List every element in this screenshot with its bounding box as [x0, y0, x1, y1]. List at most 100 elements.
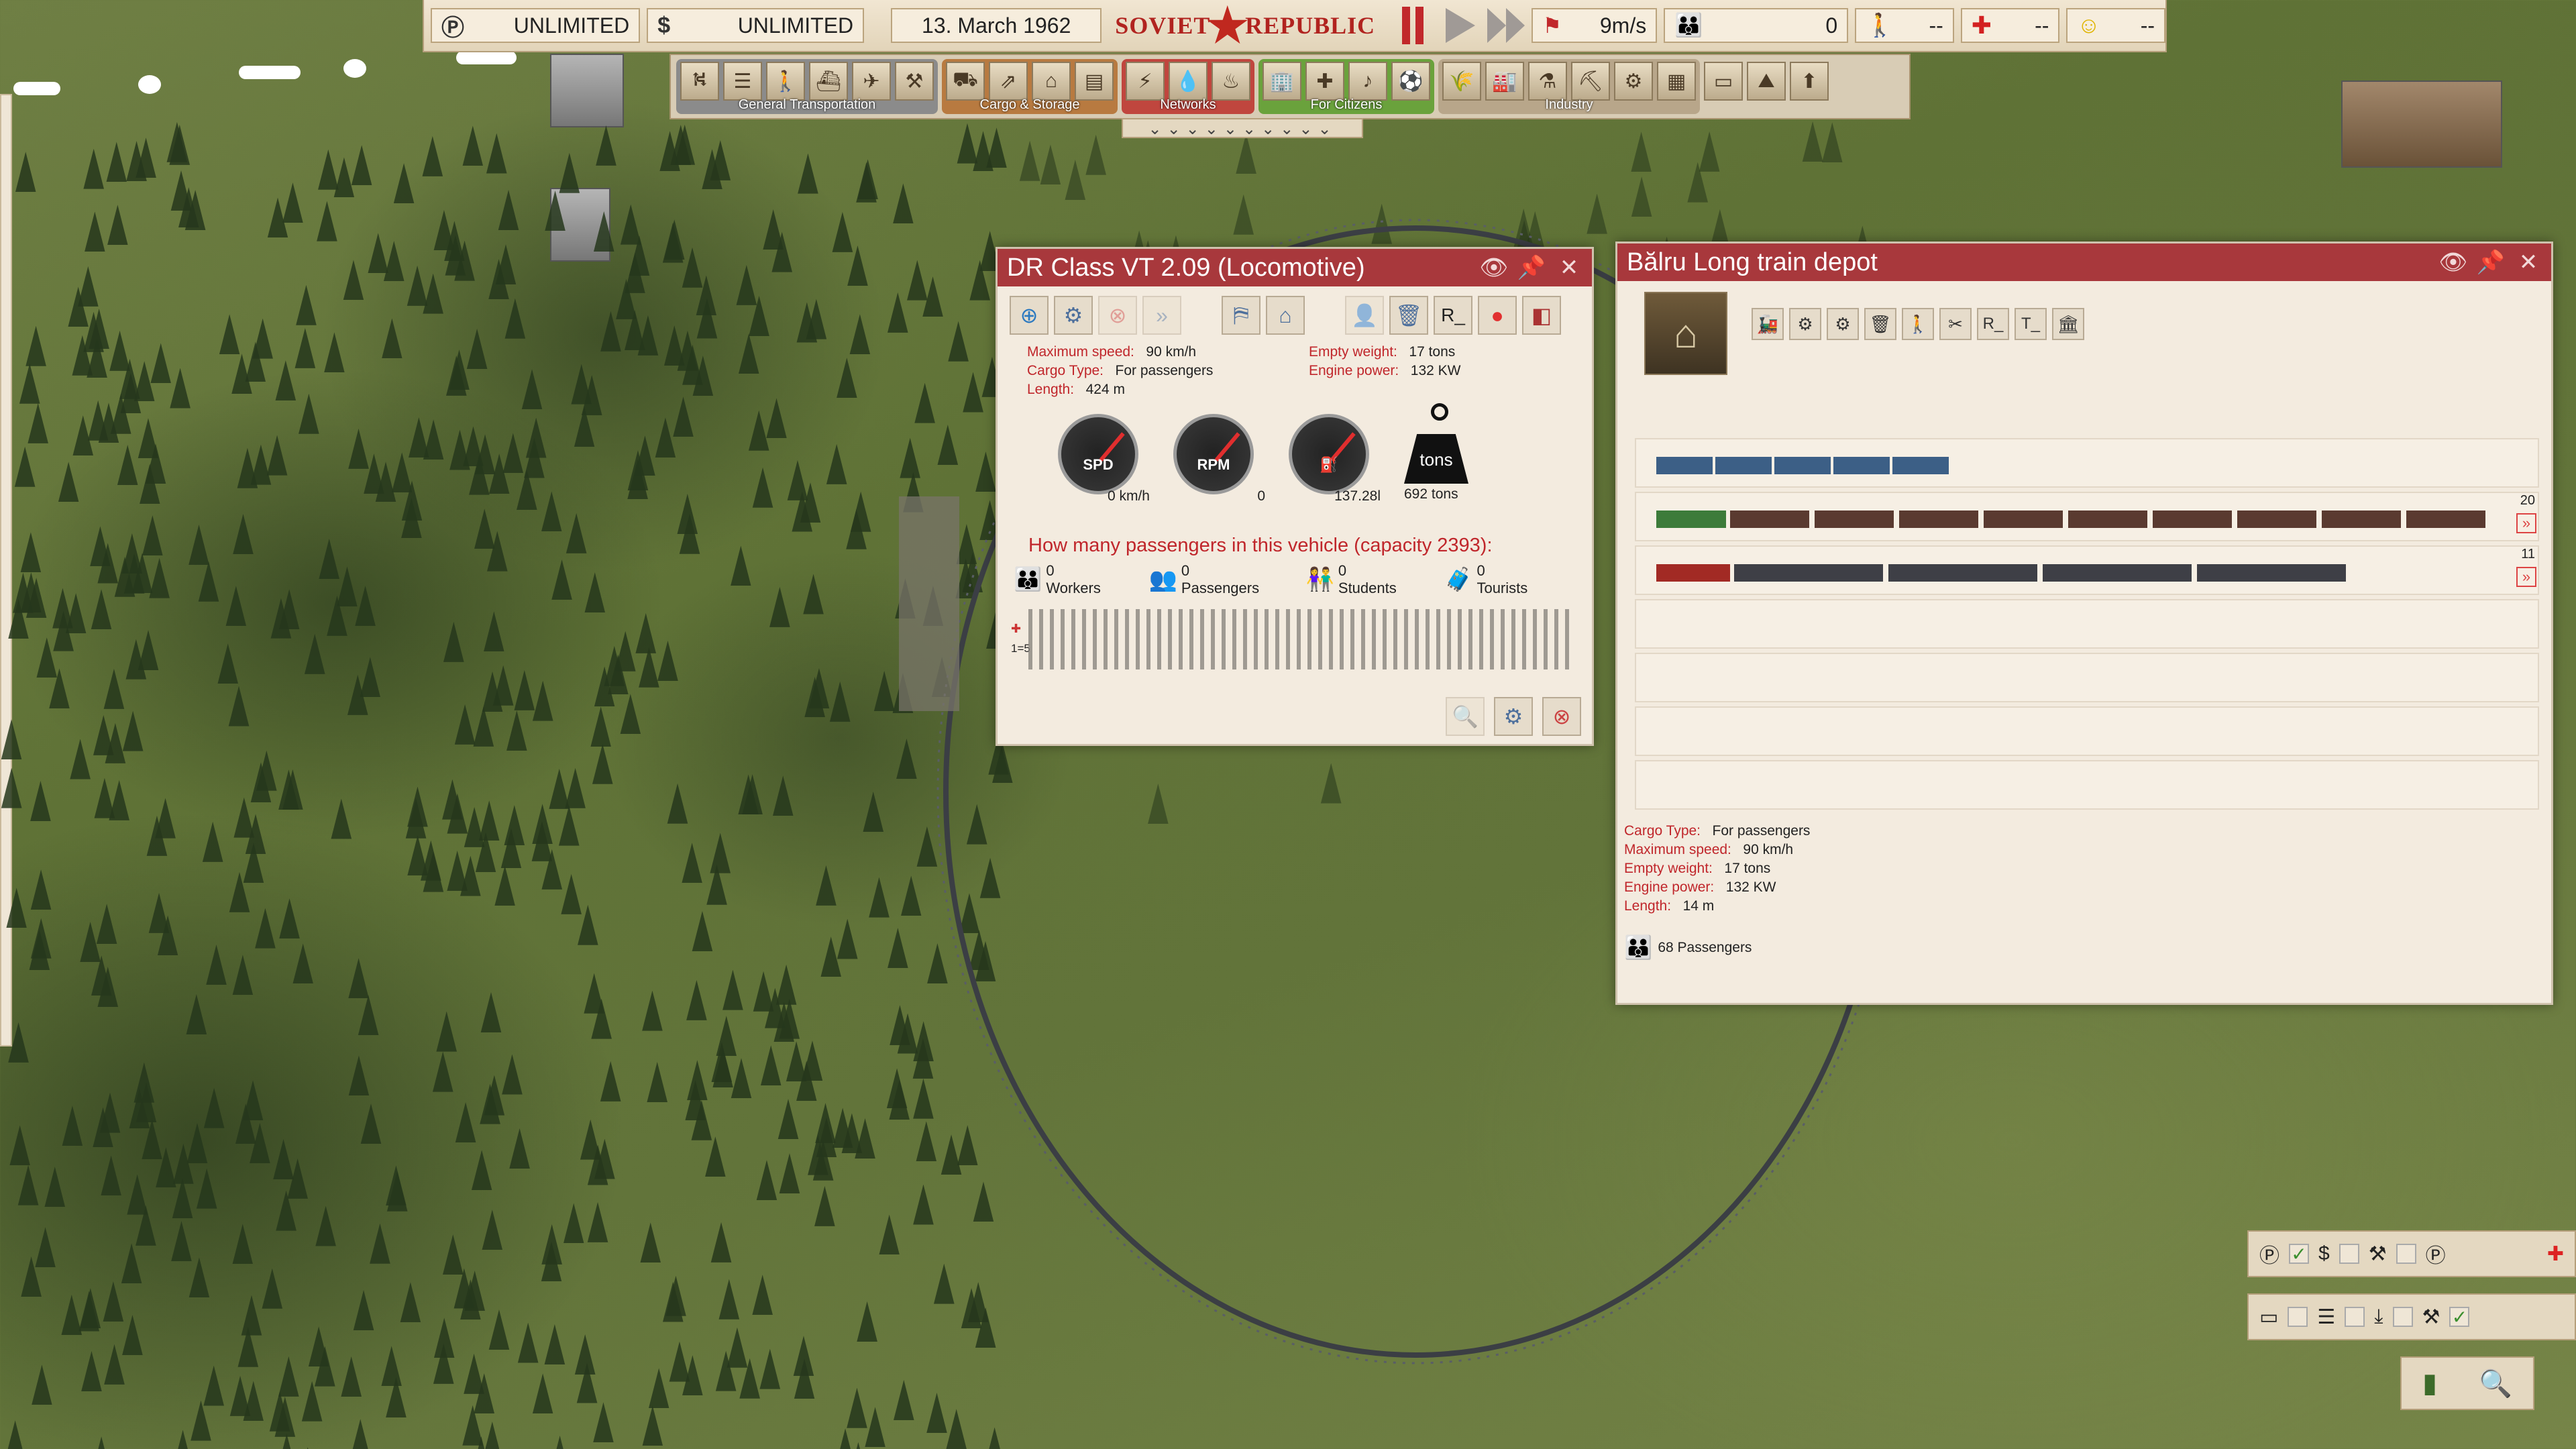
- route-button[interactable]: ⛿: [1222, 296, 1260, 335]
- fast-forward-button[interactable]: [1487, 8, 1525, 43]
- road-checkbox[interactable]: [2288, 1307, 2308, 1327]
- weight-indicator: tons 692 tons: [1404, 403, 1468, 502]
- game-logo: SOVIET ★ REPUBLIC: [1115, 0, 1375, 54]
- vehicle-row[interactable]: 11 »: [1635, 545, 2539, 595]
- color-button[interactable]: ◧: [1522, 296, 1561, 335]
- chemical-tool-button[interactable]: ⚗: [1528, 62, 1567, 101]
- empty-slot[interactable]: [1635, 653, 2539, 702]
- crane-checkbox[interactable]: [2396, 1244, 2416, 1264]
- housing-tool-button[interactable]: 🏢: [1263, 62, 1301, 101]
- culture-tool-button[interactable]: ♪: [1348, 62, 1387, 101]
- sell-vehicle-button[interactable]: ⊗: [1542, 697, 1581, 736]
- sport-tool-button[interactable]: ⚽: [1391, 62, 1430, 101]
- depot-rename-button[interactable]: R_: [1977, 308, 2009, 340]
- download-icon: ⤓: [2374, 1305, 2383, 1328]
- empty-weight-label: Empty weight:: [1309, 344, 1397, 360]
- wagons-button[interactable]: ⚙: [1054, 296, 1093, 335]
- eye-icon[interactable]: 👁: [2438, 249, 2467, 276]
- close-icon[interactable]: ✕: [2515, 249, 2542, 276]
- search-icon[interactable]: 🔍: [2479, 1368, 2512, 1399]
- heating-tool-button[interactable]: ♨: [1212, 62, 1250, 101]
- vehicle-list-button[interactable]: ⚙: [1494, 697, 1533, 736]
- depot-length-label: Length:: [1624, 898, 1672, 914]
- walkway-tool-button[interactable]: 🚶: [766, 62, 805, 101]
- road-tool-button[interactable]: ⛕: [680, 62, 719, 101]
- storage-tool-button[interactable]: ▤: [1075, 62, 1114, 101]
- rail-checkbox[interactable]: [2345, 1307, 2365, 1327]
- landscape-tool-button[interactable]: ⛰: [1747, 62, 1786, 101]
- worker-button[interactable]: 👤: [1345, 296, 1384, 335]
- buy-vehicle-button[interactable]: 🚂: [1752, 308, 1784, 340]
- play-button[interactable]: [1446, 8, 1476, 43]
- eye-icon[interactable]: 👁: [1479, 254, 1508, 281]
- vehicle-row[interactable]: [1635, 438, 2539, 488]
- record-button[interactable]: ●: [1478, 296, 1517, 335]
- depot-route-button[interactable]: ⚙: [1827, 308, 1859, 340]
- remove-button[interactable]: ⊗: [1098, 296, 1137, 335]
- loader-tool-button[interactable]: ⛟: [946, 62, 985, 101]
- pause-button[interactable]: [1402, 7, 1426, 44]
- map-icon[interactable]: ▮: [2422, 1368, 2437, 1399]
- airport-tool-button[interactable]: ✈: [852, 62, 891, 101]
- pin-icon[interactable]: 📌: [1517, 254, 1546, 281]
- vehicle-row[interactable]: 20 »: [1635, 492, 2539, 541]
- passengers-icon: 👥: [1148, 567, 1177, 592]
- depot-worker-button[interactable]: 🚶: [1902, 308, 1934, 340]
- add-icon[interactable]: ✚: [2547, 1242, 2564, 1266]
- workers-icon: 👪: [1014, 567, 1042, 592]
- expand-arrow-icon[interactable]: »: [2516, 567, 2536, 587]
- download-checkbox[interactable]: [2392, 1307, 2413, 1327]
- warehouse-tool-button[interactable]: ⌂: [1032, 62, 1071, 101]
- close-icon[interactable]: ✕: [1556, 254, 1582, 281]
- rail-tool-button[interactable]: ☰: [723, 62, 762, 101]
- delete-button[interactable]: 🗑: [1389, 296, 1428, 335]
- depot-delete-button[interactable]: 🗑: [1864, 308, 1896, 340]
- tourists-count: 0 Tourists: [1477, 562, 1528, 596]
- upgrade-tool-button[interactable]: ⬆: [1790, 62, 1829, 101]
- passenger-coach: [1734, 564, 1883, 582]
- money-checkbox[interactable]: [2339, 1244, 2359, 1264]
- add-vehicle-button[interactable]: ⊕: [1010, 296, 1049, 335]
- empty-slot[interactable]: [1635, 599, 2539, 649]
- depot-text-button[interactable]: T_: [2015, 308, 2047, 340]
- search-icon[interactable]: 🔍: [1446, 697, 1485, 736]
- empty-slot[interactable]: [1635, 760, 2539, 810]
- date-field[interactable]: 13. March 1962: [891, 8, 1102, 43]
- points-checkbox[interactable]: ✓: [2289, 1244, 2309, 1265]
- happiness-field: ☺ --: [2066, 8, 2166, 43]
- view-controls: ▮ 🔍: [2400, 1356, 2534, 1410]
- tram-car: [1774, 457, 1831, 474]
- water-tool-button[interactable]: 💧: [1169, 62, 1208, 101]
- rename-button[interactable]: R_: [1434, 296, 1472, 335]
- tools-checkbox[interactable]: ✓: [2449, 1307, 2470, 1328]
- empty-slot[interactable]: [1635, 706, 2539, 756]
- depot-station-button[interactable]: 🏛: [2052, 308, 2084, 340]
- farm-tool-button[interactable]: 🌾: [1442, 62, 1481, 101]
- group-label: For Citizens: [1310, 97, 1383, 112]
- services-tool-button[interactable]: ✚: [1305, 62, 1344, 101]
- passengers-count: 0 Passengers: [1181, 562, 1260, 596]
- crane-tool-button[interactable]: ⚒: [895, 62, 934, 101]
- depot-wagons-button[interactable]: ⚙: [1789, 308, 1821, 340]
- terrain-tool-button[interactable]: ▭: [1704, 62, 1743, 101]
- office-tool-button[interactable]: ▦: [1657, 62, 1696, 101]
- expand-arrow-icon[interactable]: »: [2516, 513, 2536, 533]
- workers-field: 🚶 --: [1855, 8, 1954, 43]
- mining-tool-button[interactable]: ⛏: [1571, 62, 1610, 101]
- fuel-value: 137.28l: [1334, 488, 1381, 504]
- window-title-bar[interactable]: DR Class VT 2.09 (Locomotive) 👁 📌 ✕: [998, 249, 1592, 286]
- factory-tool-button[interactable]: 🏭: [1485, 62, 1524, 101]
- home-depot-button[interactable]: ⌂: [1266, 296, 1305, 335]
- ship-tool-button[interactable]: ⛴: [809, 62, 848, 101]
- window-title-bar[interactable]: Bălru Long train depot 👁 📌 ✕: [1617, 244, 2551, 281]
- rpm-value: 0: [1257, 488, 1265, 504]
- power-line-tool-button[interactable]: ⚡: [1126, 62, 1165, 101]
- depot-tools-button[interactable]: ✂: [1939, 308, 1972, 340]
- pin-icon[interactable]: 📌: [2477, 249, 2505, 276]
- construction-tool-button[interactable]: ⚙: [1614, 62, 1653, 101]
- empty-weight-stat: Empty weight: 17 tons: [1309, 344, 1591, 360]
- forward-button[interactable]: »: [1142, 296, 1181, 335]
- conveyor-tool-button[interactable]: ⇗: [989, 62, 1028, 101]
- expand-toolbar-button[interactable]: ⌄⌄⌄⌄⌄⌄⌄⌄⌄⌄: [1122, 118, 1363, 138]
- fuel-gauge: ⛽ 137.28l: [1289, 414, 1381, 504]
